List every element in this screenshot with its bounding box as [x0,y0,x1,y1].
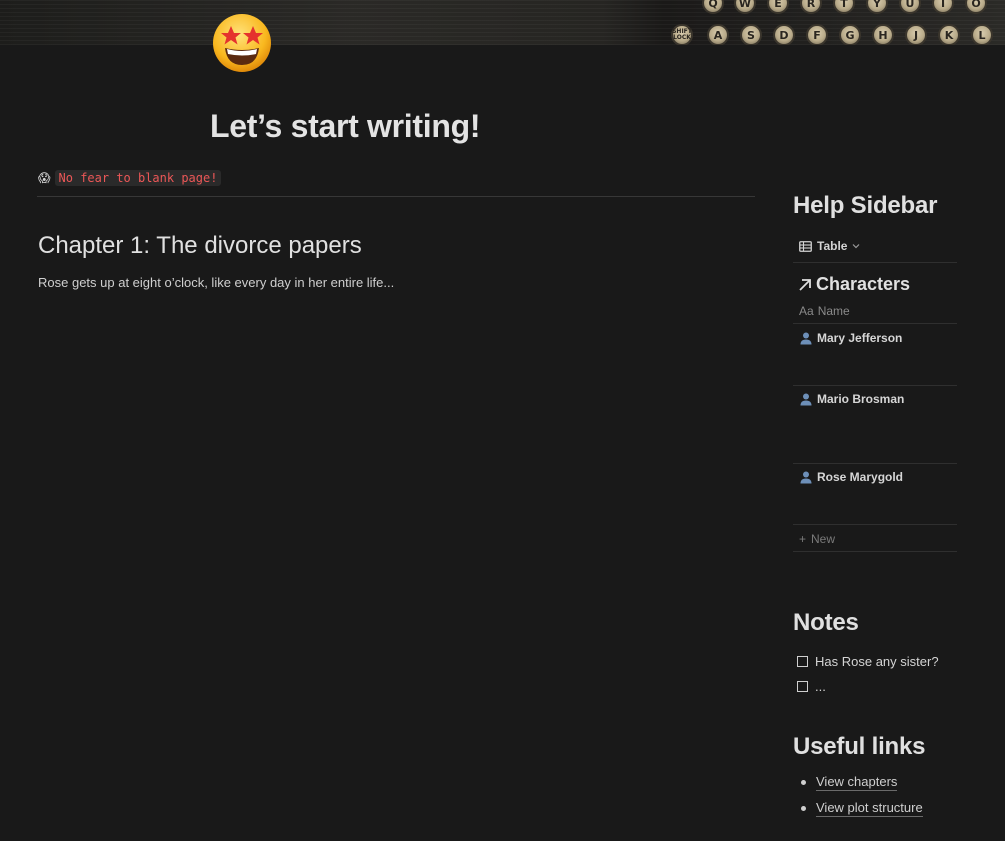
view-label: Table [817,239,848,253]
checkbox[interactable] [797,656,808,667]
sidebar-heading[interactable]: Help Sidebar [793,192,958,220]
divider [793,385,957,386]
page-title[interactable]: Let’s start writing! [210,108,480,145]
table-row[interactable]: Mario Brosman [799,392,904,406]
divider [793,551,957,552]
todo-text: Has Rose any sister? [815,654,939,669]
bullet-icon [801,806,806,811]
chapter-heading[interactable]: Chapter 1: The divorce papers [38,232,362,260]
new-row-label: New [811,532,836,546]
star-struck-emoji-icon[interactable] [211,12,273,74]
typewriter-key: Q [702,0,724,14]
typewriter-key: E [767,0,789,14]
table-icon [799,240,812,252]
person-icon [800,471,812,484]
view-chapters-link[interactable]: View chapters [816,774,898,791]
list-item: View chapters [801,774,898,791]
column-header-label: Name [817,304,850,318]
divider [793,463,957,464]
typewriter-key: Y [866,0,888,14]
typewriter-key: J [905,24,927,45]
column-header-name[interactable]: Aa Name [799,304,850,318]
table-row[interactable]: Rose Marygold [799,470,903,484]
notes-heading[interactable]: Notes [793,609,859,637]
screaming-face-icon: 😱 [38,171,51,185]
character-name: Mary Jefferson [817,331,903,345]
typewriter-keys: Q W E R T Y U I O SHIFT LOCK A S D F G H… [668,0,1005,45]
list-item: View plot structure [801,800,923,817]
checkbox[interactable] [797,681,808,692]
typewriter-key: G [839,24,861,45]
typewriter-key: H [872,24,894,45]
typewriter-key: K [938,24,960,45]
linked-database-title[interactable]: Characters [798,274,910,295]
typewriter-key: T [833,0,855,14]
typewriter-key: R [800,0,822,14]
database-title-label: Characters [816,274,911,294]
typewriter-key: SHIFT LOCK [671,24,693,45]
typewriter-key: W [734,0,756,14]
person-icon [800,332,812,345]
typewriter-key: A [707,24,729,45]
text-property-icon: Aa [799,304,814,318]
callout-line[interactable]: 😱 No fear to blank page! [38,170,222,186]
typewriter-key: I [932,0,954,14]
todo-item[interactable]: Has Rose any sister? [797,654,939,669]
inline-code: No fear to blank page! [54,170,222,186]
typewriter-key: L [971,24,993,45]
useful-links-heading[interactable]: Useful links [793,733,926,761]
divider [37,196,755,197]
typewriter-key: D [773,24,795,45]
chapter-paragraph[interactable]: Rose gets up at eight o’clock, like ever… [38,275,394,290]
plus-icon: + [799,532,807,546]
todo-text: ... [815,679,826,694]
new-row-button[interactable]: + New [799,532,835,546]
typewriter-key: S [740,24,762,45]
bullet-icon [801,780,806,785]
table-view-tab[interactable]: Table [799,239,860,253]
typewriter-key: U [899,0,921,14]
help-sidebar: Help Sidebar Table Characters Aa Name Ma… [793,192,958,817]
table-row[interactable]: Mary Jefferson [799,331,902,345]
divider [793,262,957,263]
character-name: Mario Brosman [817,392,905,406]
todo-item[interactable]: ... [797,679,826,694]
arrow-up-right-icon [799,278,811,291]
typewriter-key: O [965,0,987,14]
person-icon [800,393,812,406]
chevron-down-icon [853,244,860,249]
typewriter-key: F [806,24,828,45]
view-plot-structure-link[interactable]: View plot structure [816,800,923,817]
cover-image: Q W E R T Y U I O SHIFT LOCK A S D F G H… [0,0,1005,45]
character-name: Rose Marygold [817,470,904,484]
divider [793,524,957,525]
divider [793,323,957,324]
